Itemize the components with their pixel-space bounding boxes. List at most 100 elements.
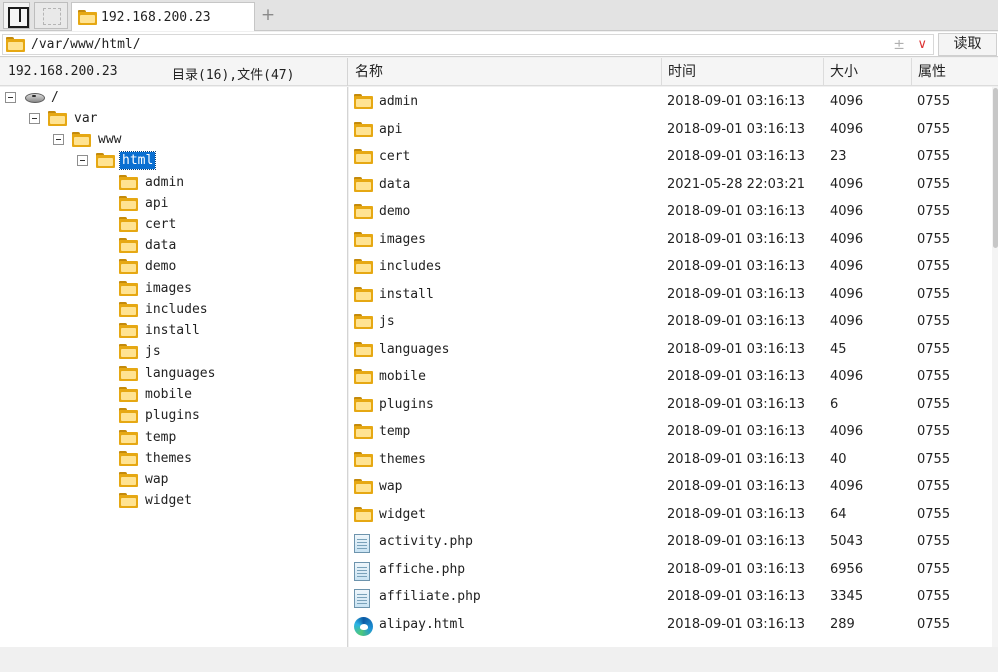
file-name: install [379,287,434,302]
file-attr: 0755 [917,177,951,192]
tree-node-child[interactable]: images [119,278,194,298]
table-row[interactable]: api 2018-09-01 03:16:13 4096 0755 [349,117,992,144]
folder-icon [354,314,373,329]
file-time: 2018-09-01 03:16:13 [667,617,806,632]
file-size: 4096 [830,259,864,274]
collapse-icon[interactable] [5,91,16,103]
tree-node-child[interactable]: js [119,341,163,361]
tree-node-child[interactable]: demo [119,256,178,276]
tree-node-child[interactable]: temp [119,427,178,447]
php-file-icon [354,562,370,581]
table-row[interactable]: mobile 2018-09-01 03:16:13 4096 0755 [349,364,992,391]
file-attr: 0755 [917,149,951,164]
folder-icon [119,258,138,274]
column-attr[interactable]: 属性 [912,58,988,86]
folder-icon [354,94,373,109]
table-row[interactable]: demo 2018-09-01 03:16:13 4096 0755 [349,199,992,226]
collapse-icon[interactable] [53,133,64,145]
table-row[interactable]: temp 2018-09-01 03:16:13 4096 0755 [349,419,992,446]
folder-icon [96,152,115,168]
table-row[interactable]: cert 2018-09-01 03:16:13 23 0755 [349,144,992,171]
file-time: 2018-09-01 03:16:13 [667,342,806,357]
tree-node-html[interactable]: html [77,150,157,170]
folder-icon [354,204,373,219]
folder-icon [354,259,373,274]
table-row[interactable]: wap 2018-09-01 03:16:13 4096 0755 [349,474,992,501]
folder-icon [354,177,373,192]
tree-node-child[interactable]: admin [119,172,186,192]
scrollbar-thumb[interactable] [993,88,998,248]
table-row[interactable]: images 2018-09-01 03:16:13 4096 0755 [349,227,992,254]
collapse-icon[interactable] [29,112,40,124]
folder-icon [119,450,138,466]
table-row[interactable]: plugins 2018-09-01 03:16:13 6 0755 [349,392,992,419]
tree-node-child[interactable]: plugins [119,405,202,425]
file-time: 2018-09-01 03:16:13 [667,204,806,219]
tree-node-child[interactable]: widget [119,490,194,510]
file-size: 4096 [830,287,864,302]
file-time: 2018-09-01 03:16:13 [667,534,806,549]
file-size: 40 [830,452,847,467]
add-tab-button[interactable]: + [259,4,277,26]
new-window-button[interactable] [34,2,68,29]
chevron-down-icon[interactable]: ∨ [917,35,927,55]
table-row[interactable]: affiliate.php 2018-09-01 03:16:13 3345 0755 [349,584,992,611]
folder-icon [119,407,138,423]
file-time: 2018-09-01 03:16:13 [667,562,806,577]
column-size[interactable]: 大小 [824,58,912,86]
folder-icon [119,429,138,445]
table-row[interactable]: admin 2018-09-01 03:16:13 4096 0755 [349,89,992,116]
file-attr: 0755 [917,589,951,604]
file-attr: 0755 [917,479,951,494]
table-row[interactable]: widget 2018-09-01 03:16:13 64 0755 [349,502,992,529]
file-name: cert [379,149,411,164]
tree-label: themes [145,450,192,466]
tree-node-child[interactable]: cert [119,214,178,234]
table-row[interactable]: languages 2018-09-01 03:16:13 45 0755 [349,337,992,364]
tree-node-var[interactable]: var [29,108,99,128]
tree-label: temp [145,429,177,445]
tree-node-child[interactable]: data [119,235,178,255]
tree-node-child[interactable]: api [119,193,170,213]
table-row[interactable]: data 2021-05-28 22:03:21 4096 0755 [349,172,992,199]
tree-node-child[interactable]: mobile [119,384,194,404]
file-attr: 0755 [917,204,951,219]
sync-icon[interactable]: ± [893,35,905,55]
file-time: 2018-09-01 03:16:13 [667,369,806,384]
tree-node-child[interactable]: includes [119,299,210,319]
file-name: includes [379,259,442,274]
column-time[interactable]: 时间 [662,58,824,86]
tree-label: / [51,89,59,105]
list-header: 192.168.200.23 目录(16),文件(47) 名称 时间 大小 属性 [0,58,998,86]
tree-node-child[interactable]: languages [119,363,217,383]
collapse-icon[interactable] [77,154,88,166]
table-row[interactable]: alipay.html 2018-09-01 03:16:13 289 0755 [349,612,992,639]
tree-node-child[interactable]: install [119,320,202,340]
file-name: widget [379,507,426,522]
panel-toggle-button[interactable] [3,2,30,29]
folder-icon [119,195,138,211]
table-row[interactable]: themes 2018-09-01 03:16:13 40 0755 [349,447,992,474]
tree-node-child[interactable]: wap [119,469,170,489]
tab-session[interactable]: 192.168.200.23 [71,2,255,31]
tree-node-child[interactable]: themes [119,448,194,468]
tree-label: js [145,343,161,359]
file-size: 64 [830,507,847,522]
folder-icon [119,471,138,487]
table-row[interactable]: js 2018-09-01 03:16:13 4096 0755 [349,309,992,336]
table-row[interactable]: affiche.php 2018-09-01 03:16:13 6956 0755 [349,557,992,584]
column-name[interactable]: 名称 [349,58,662,86]
table-row[interactable]: includes 2018-09-01 03:16:13 4096 0755 [349,254,992,281]
file-name: js [379,314,395,329]
file-size: 4096 [830,177,864,192]
table-row[interactable]: activity.php 2018-09-01 03:16:13 5043 0755 [349,529,992,556]
tree-node-root[interactable]: / [5,87,61,107]
table-row[interactable]: install 2018-09-01 03:16:13 4096 0755 [349,282,992,309]
file-attr: 0755 [917,314,951,329]
directory-tree: / var www html admin api cert data demo … [0,87,348,647]
tree-node-www[interactable]: www [53,129,123,149]
file-size: 5043 [830,534,864,549]
folder-icon [354,287,373,302]
read-button[interactable]: 读取 [938,33,997,56]
path-input[interactable]: /var/www/html/ ± ∨ [2,34,934,55]
